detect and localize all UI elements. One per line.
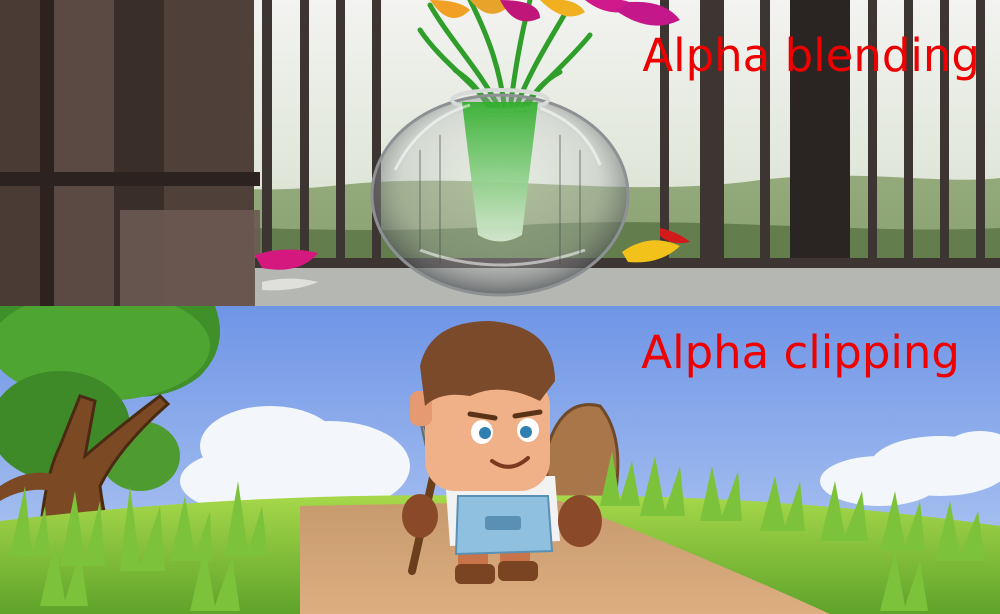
alpha-blending-label: Alpha blending <box>642 29 980 82</box>
window-frame <box>120 210 260 306</box>
window-frame <box>0 0 40 306</box>
window-frame <box>54 0 114 306</box>
window-frame <box>40 0 54 306</box>
floor <box>255 268 1000 306</box>
alpha-clipping-label: Alpha clipping <box>641 326 960 379</box>
window-sill <box>0 172 260 186</box>
